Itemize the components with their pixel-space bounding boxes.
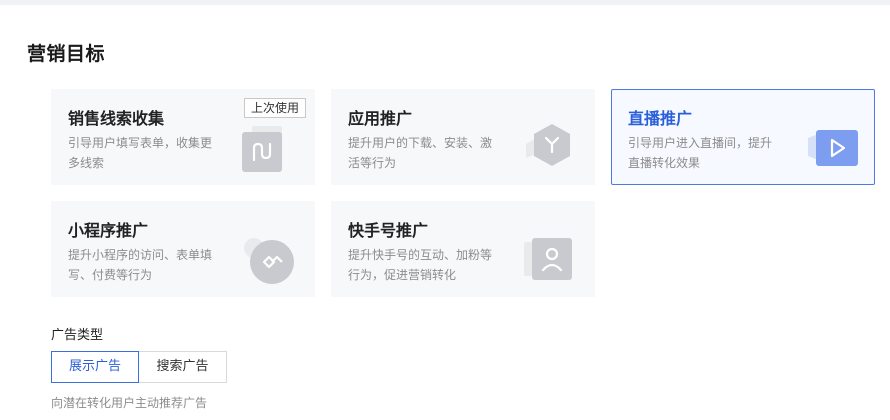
card-desc: 引导用户填写表单，收集更多线索 [68, 136, 213, 170]
app-icon [518, 120, 580, 174]
card-mini-program-promotion[interactable]: 小程序推广 提升小程序的访问、表单填写、付费等行为 [51, 201, 315, 297]
card-kuaishou-account-promotion[interactable]: 快手号推广 提升快手号的互动、加粉等行为，促进营销转化 [331, 201, 595, 297]
account-icon [518, 232, 580, 286]
ad-type-hint: 向潜在转化用户主动推荐广告 [51, 396, 208, 410]
form-icon [238, 120, 300, 174]
card-app-promotion[interactable]: 应用推广 提升用户的下载、安装、激活等行为 [331, 89, 595, 185]
card-desc: 提升用户的下载、安装、激活等行为 [348, 136, 493, 170]
card-title: 销售线索收集 [68, 109, 165, 128]
card-desc: 提升小程序的访问、表单填写、付费等行为 [68, 248, 213, 282]
section-title: 营销目标 [27, 43, 106, 65]
live-play-icon [798, 120, 860, 174]
card-desc: 提升快手号的互动、加粉等行为，促进营销转化 [348, 248, 493, 282]
mini-program-icon [238, 232, 300, 286]
card-lead-collection[interactable]: 销售线索收集 引导用户填写表单，收集更多线索 上次使用 [51, 89, 315, 185]
last-used-badge: 上次使用 [243, 98, 306, 118]
ad-type-display-button[interactable]: 展示广告 [51, 351, 139, 383]
ad-type-label: 广告类型 [51, 328, 104, 343]
card-title: 应用推广 [348, 109, 413, 128]
card-title: 快手号推广 [348, 221, 429, 240]
card-live-promotion[interactable]: 直播推广 引导用户进入直播间，提升直播转化效果 [611, 89, 875, 185]
card-desc: 引导用户进入直播间，提升直播转化效果 [628, 136, 773, 170]
top-strip [0, 0, 890, 5]
ad-type-search-button[interactable]: 搜索广告 [138, 351, 227, 383]
card-title: 小程序推广 [68, 221, 149, 240]
card-title: 直播推广 [628, 109, 693, 128]
